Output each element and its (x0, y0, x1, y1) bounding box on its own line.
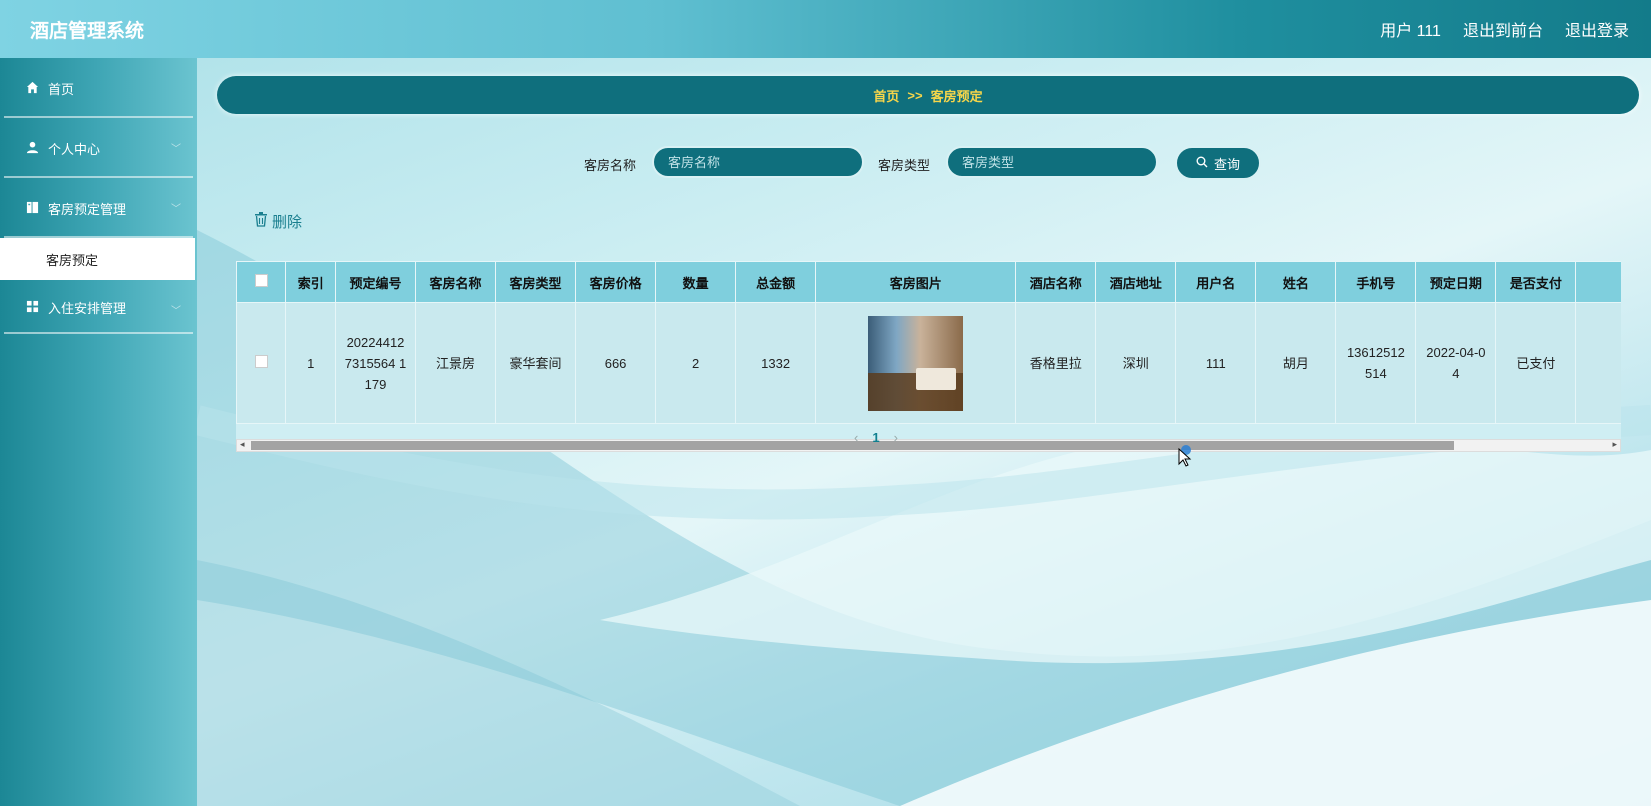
search-icon (1196, 156, 1208, 171)
prev-page-icon[interactable]: ‹ (854, 430, 858, 445)
column-header: 预定编号 (334, 261, 417, 303)
query-button-label: 查询 (1213, 156, 1240, 172)
sidebar-item-label: 入住安排管理 (48, 300, 127, 316)
sidebar-item-home[interactable]: 首页 (0, 58, 197, 118)
pagination: ‹ 1 › (854, 430, 898, 445)
breadcrumb-separator: >> (907, 87, 923, 103)
cell-hotel-address: 深圳 (1095, 302, 1177, 424)
page-number-current[interactable]: 1 (872, 430, 879, 445)
column-header: 客房类型 (495, 261, 577, 303)
back-to-front-link[interactable]: 退出到前台 (1463, 17, 1543, 41)
query-button[interactable]: 查询 (1175, 146, 1261, 180)
sidebar: 首页 个人中心 ﹀ 客房预定管理 ﹀ 客房预定 入住安排管理 ﹀ (0, 58, 197, 806)
book-icon (26, 201, 40, 215)
cell-quantity: 2 (655, 302, 737, 424)
room-type-label: 客房类型 (878, 158, 931, 173)
cell-price: 666 (575, 302, 657, 424)
sidebar-item-label: 首页 (48, 81, 75, 97)
cell-hotel-name: 香格里拉 (1015, 302, 1097, 424)
delete-button-label: 删除 (272, 214, 303, 231)
delete-button[interactable]: 删除 (254, 211, 302, 232)
sidebar-item-checkin-management[interactable]: 入住安排管理 ﹀ (0, 280, 197, 334)
column-header: 酒店名称 (1015, 261, 1097, 303)
table-row: 1 202244127315564 1179 江景房 豪华套间 666 2 13… (236, 302, 1621, 424)
cell-name: 胡月 (1255, 302, 1337, 424)
cell-index: 1 (285, 302, 336, 424)
cell-actions: 详 (1575, 302, 1621, 424)
sidebar-item-label: 个人中心 (48, 141, 101, 157)
header-actions: 用户 111 退出到前台 退出登录 (1380, 17, 1629, 41)
select-all-cell (236, 261, 287, 303)
actions-header (1575, 261, 1621, 303)
room-thumbnail[interactable] (868, 315, 964, 411)
sidebar-subitem-room-booking[interactable]: 客房预定 (0, 238, 195, 280)
cell-total: 1332 (735, 302, 817, 424)
cell-room-image (815, 302, 1017, 424)
cell-phone: 13612512514 (1335, 302, 1417, 424)
cell-username: 111 (1175, 302, 1257, 424)
user-icon (26, 141, 40, 155)
sidebar-item-label: 客房预定管理 (48, 201, 127, 217)
cell-room-type: 豪华套间 (495, 302, 577, 424)
scroll-thumb[interactable] (251, 441, 1454, 450)
column-header: 姓名 (1255, 261, 1337, 303)
select-all-checkbox[interactable] (254, 274, 268, 287)
trash-icon (254, 212, 268, 231)
row-select-cell (236, 302, 287, 424)
room-type-input[interactable] (946, 146, 1158, 178)
breadcrumb: 首页 >> 客房预定 (217, 76, 1639, 114)
sidebar-item-personal-center[interactable]: 个人中心 ﹀ (0, 118, 197, 178)
scroll-right-icon[interactable]: ▸ (1612, 439, 1617, 450)
search-bar: 客房名称 客房类型 查询 (197, 146, 1651, 180)
main-content: 首页 >> 客房预定 客房名称 客房类型 查询 删除 (197, 58, 1651, 806)
cell-date: 2022-04-04 (1415, 302, 1497, 424)
column-header: 客房名称 (414, 261, 497, 303)
column-header: 用户名 (1175, 261, 1257, 303)
column-header: 手机号 (1335, 261, 1417, 303)
chevron-down-icon: ﹀ (171, 204, 181, 215)
app-title: 酒店管理系统 (30, 20, 145, 42)
column-header: 客房图片 (815, 261, 1017, 303)
column-header: 酒店地址 (1095, 261, 1177, 303)
scroll-left-icon[interactable]: ◂ (240, 439, 245, 450)
next-page-icon[interactable]: › (894, 430, 898, 445)
logout-link[interactable]: 退出登录 (1565, 17, 1629, 41)
cell-paid: 已支付 (1495, 302, 1577, 424)
room-name-input[interactable] (652, 146, 864, 178)
chevron-down-icon: ﹀ (171, 144, 181, 155)
breadcrumb-home[interactable]: 首页 (873, 86, 899, 105)
room-name-label: 客房名称 (584, 158, 637, 173)
cell-order-no: 202244127315564 1179 (334, 302, 417, 424)
column-header: 总金额 (735, 261, 817, 303)
booking-table: 索引 预定编号 客房名称 客房类型 客房价格 数量 总金额 客房图片 酒店名称 … (236, 261, 1621, 439)
column-header: 预定日期 (1415, 261, 1497, 303)
cell-room-name: 江景房 (414, 302, 497, 424)
home-icon (26, 81, 40, 95)
user-label[interactable]: 用户 111 (1380, 17, 1441, 41)
column-header: 数量 (655, 261, 737, 303)
row-checkbox[interactable] (254, 354, 268, 368)
column-header: 是否支付 (1495, 261, 1577, 303)
table-horizontal-scrollbar[interactable]: ◂ ▸ (236, 439, 1621, 452)
table-header-row: 索引 预定编号 客房名称 客房类型 客房价格 数量 总金额 客房图片 酒店名称 … (236, 261, 1621, 303)
sidebar-item-booking-management[interactable]: 客房预定管理 ﹀ (0, 178, 197, 238)
chevron-down-icon: ﹀ (171, 306, 181, 317)
breadcrumb-current: 客房预定 (930, 88, 983, 104)
column-header: 索引 (285, 261, 336, 303)
mouse-cursor-icon (1178, 445, 1192, 467)
grid-icon (26, 300, 40, 314)
top-header: 酒店管理系统 用户 111 退出到前台 退出登录 (0, 0, 1651, 58)
column-header: 客房价格 (575, 261, 657, 303)
